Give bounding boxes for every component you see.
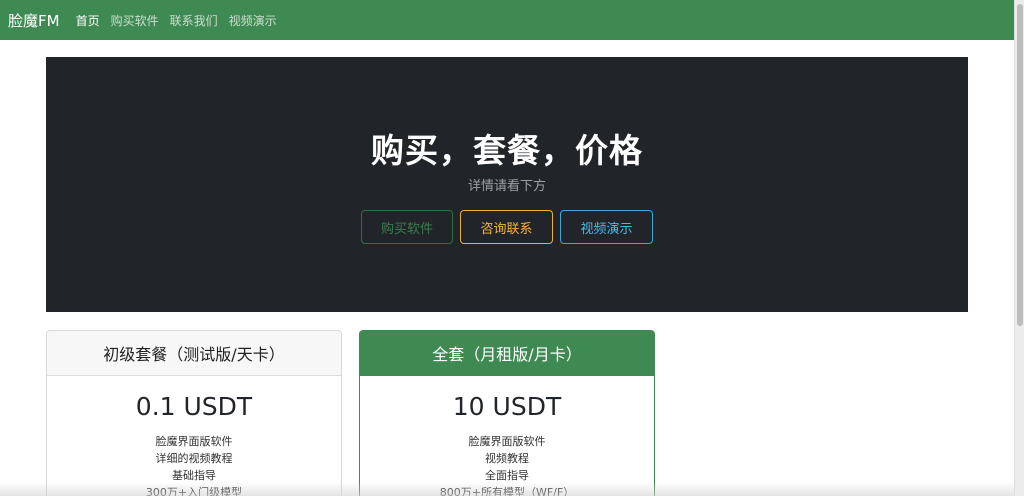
- video-demo-button[interactable]: 视频演示: [560, 210, 653, 244]
- nav-link-contact-us[interactable]: 联系我们: [170, 12, 218, 29]
- hero-subtitle: 详情请看下方: [467, 179, 546, 194]
- page-scrollbar[interactable]: [1014, 0, 1024, 496]
- pricing-card-price: 10 USDT: [452, 392, 562, 421]
- hero-button-group: 购买软件 咨询联系 视频演示: [46, 210, 968, 244]
- pricing-feature-item: 800万+所有模型（WF/F）: [439, 486, 575, 496]
- pricing-feature-list: 脸魔界面版软件 详细的视频教程 基础指导 300万+入门级模型: [47, 433, 341, 496]
- pricing-feature-item: 视频教程: [485, 452, 529, 465]
- scrollbar-thumb[interactable]: [1017, 4, 1023, 326]
- pricing-feature-item: 脸魔界面版软件: [468, 435, 546, 448]
- consult-contact-button[interactable]: 咨询联系: [460, 210, 553, 244]
- buy-software-button[interactable]: 购买软件: [361, 210, 453, 244]
- nav-link-home[interactable]: 首页: [76, 12, 100, 29]
- pricing-feature-item: 300万+入门级模型: [145, 486, 243, 496]
- nav-link-buy-software[interactable]: 购买软件: [111, 12, 159, 29]
- pricing-card-title: 全套（月租版/月卡）: [360, 331, 654, 376]
- top-navbar: 脸魔FM 首页 购买软件 联系我们 视频演示: [0, 0, 1014, 40]
- hero-banner: 购买，套餐，价格 详情请看下方 购买软件 咨询联系 视频演示: [46, 57, 968, 312]
- nav-link-video-demo[interactable]: 视频演示: [229, 12, 277, 29]
- pricing-feature-item: 全面指导: [485, 469, 529, 482]
- pricing-card-basic: 初级套餐（测试版/天卡） 0.1 USDT 脸魔界面版软件 详细的视频教程 基础…: [46, 330, 342, 496]
- pricing-feature-item: 详细的视频教程: [155, 452, 233, 465]
- brand-logo[interactable]: 脸魔FM: [8, 10, 60, 31]
- pricing-feature-item: 基础指导: [172, 469, 216, 482]
- hero-title: 购买，套餐，价格: [371, 131, 643, 170]
- pricing-card-title: 初级套餐（测试版/天卡）: [47, 331, 341, 376]
- pricing-feature-item: 脸魔界面版软件: [155, 435, 233, 448]
- pricing-feature-list: 脸魔界面版软件 视频教程 全面指导 800万+所有模型（WF/F）: [360, 433, 654, 496]
- pricing-card-full: 全套（月租版/月卡） 10 USDT 脸魔界面版软件 视频教程 全面指导 800…: [359, 330, 655, 496]
- pricing-card-price: 0.1 USDT: [135, 392, 253, 421]
